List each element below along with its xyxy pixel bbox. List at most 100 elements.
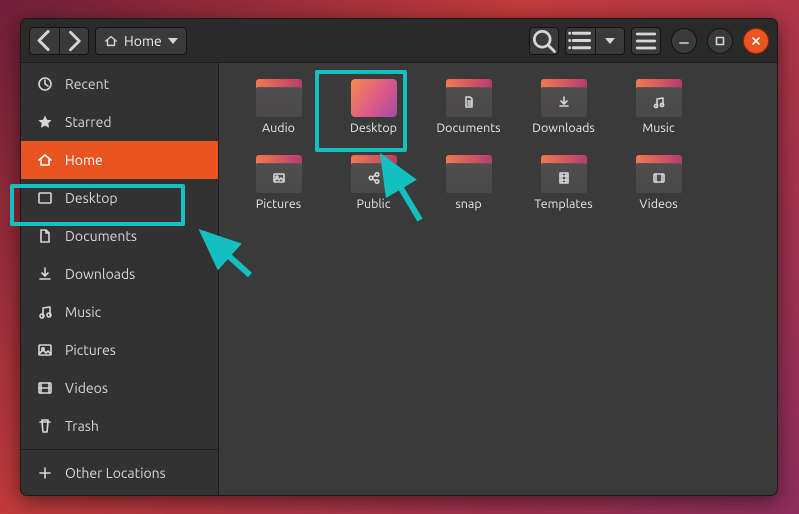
folder-music[interactable]: Music — [611, 75, 706, 151]
doc-glyph-icon — [461, 94, 477, 110]
folder-downloads[interactable]: Downloads — [516, 75, 611, 151]
chevron-left-icon — [30, 26, 59, 55]
body: Recent Starred Home Desktop Documents Do… — [21, 63, 777, 495]
folder-icon — [636, 155, 682, 193]
view-options-button[interactable] — [595, 27, 625, 55]
folder-videos[interactable]: Videos — [611, 151, 706, 227]
view-group — [565, 27, 625, 55]
sidebar-item-documents[interactable]: Documents — [21, 217, 218, 255]
documents-icon — [37, 228, 53, 244]
list-view-button[interactable] — [565, 27, 595, 55]
forward-button[interactable] — [59, 27, 89, 55]
template-glyph-icon — [556, 170, 572, 186]
caret-down-icon — [168, 38, 178, 44]
folder-documents[interactable]: Documents — [421, 75, 516, 151]
folder-icon — [636, 79, 682, 117]
toolbar: Home — [21, 19, 777, 63]
minimize-button[interactable] — [671, 28, 697, 54]
list-icon — [566, 26, 595, 55]
content-grid: Audio Desktop Documents Downloads — [219, 63, 777, 495]
sidebar-item-recent[interactable]: Recent — [21, 65, 218, 103]
folder-label: Downloads — [532, 121, 595, 135]
sidebar-item-label: Pictures — [65, 342, 116, 358]
sidebar-item-label: Recent — [65, 76, 109, 92]
chevron-right-icon — [60, 27, 88, 55]
sidebar-item-label: Trash — [65, 418, 99, 434]
music-icon — [37, 304, 53, 320]
caret-down-icon — [605, 38, 615, 44]
folder-label: Desktop — [350, 121, 397, 135]
sidebar-item-label: Music — [65, 304, 101, 320]
hamburger-button[interactable] — [631, 27, 661, 55]
folder-label: Templates — [534, 197, 592, 211]
videos-icon — [37, 380, 53, 396]
sidebar-item-label: Starred — [65, 114, 112, 130]
plus-icon — [37, 465, 53, 481]
folder-label: Videos — [639, 197, 677, 211]
sidebar-item-music[interactable]: Music — [21, 293, 218, 331]
sidebar-item-label: Downloads — [65, 266, 135, 282]
search-button[interactable] — [529, 27, 559, 55]
desktop-thumb-icon — [351, 79, 397, 117]
folder-label: Music — [642, 121, 674, 135]
sidebar-item-pictures[interactable]: Pictures — [21, 331, 218, 369]
nav-group — [29, 27, 89, 55]
sidebar-item-label: Other Locations — [65, 465, 166, 481]
folder-label: Pictures — [256, 197, 301, 211]
download-glyph-icon — [556, 94, 572, 110]
maximize-icon — [714, 35, 726, 47]
folder-public[interactable]: Public — [326, 151, 421, 227]
folder-audio[interactable]: Audio — [231, 75, 326, 151]
sidebar-item-label: Desktop — [65, 190, 118, 206]
folder-icon — [256, 155, 302, 193]
close-button[interactable] — [743, 28, 769, 54]
folder-pictures[interactable]: Pictures — [231, 151, 326, 227]
desktop-side-icon — [37, 190, 53, 206]
folder-label: Public — [356, 197, 390, 211]
folder-label: Documents — [436, 121, 500, 135]
close-icon — [750, 35, 762, 47]
sidebar-item-label: Documents — [65, 228, 137, 244]
trash-icon — [37, 418, 53, 434]
sidebar-item-downloads[interactable]: Downloads — [21, 255, 218, 293]
file-manager-window: Home — [20, 18, 778, 496]
folder-desktop[interactable]: Desktop — [326, 75, 421, 151]
folder-icon — [541, 79, 587, 117]
folder-icon — [351, 155, 397, 193]
pictures-icon — [37, 342, 53, 358]
location-bar[interactable]: Home — [95, 27, 187, 55]
clock-icon — [37, 76, 53, 92]
folder-snap[interactable]: snap — [421, 151, 516, 227]
sidebar-item-label: Home — [65, 152, 103, 168]
sidebar-item-starred[interactable]: Starred — [21, 103, 218, 141]
sidebar-item-other-locations[interactable]: Other Locations — [21, 454, 218, 492]
star-icon — [37, 114, 53, 130]
minimize-icon — [678, 35, 690, 47]
sidebar-item-desktop[interactable]: Desktop — [21, 179, 218, 217]
folder-icon — [541, 155, 587, 193]
share-glyph-icon — [366, 170, 382, 186]
sidebar-item-label: Videos — [65, 380, 108, 396]
folder-icon — [446, 155, 492, 193]
music-glyph-icon — [651, 94, 667, 110]
downloads-icon — [37, 266, 53, 282]
home-icon — [104, 34, 118, 48]
hamburger-icon — [632, 27, 660, 55]
sidebar-item-home[interactable]: Home — [21, 141, 218, 179]
back-button[interactable] — [29, 27, 59, 55]
folder-label: Audio — [262, 121, 295, 135]
home-icon — [37, 152, 53, 168]
sidebar: Recent Starred Home Desktop Documents Do… — [21, 63, 219, 495]
folder-icon — [256, 79, 302, 117]
sidebar-item-trash[interactable]: Trash — [21, 407, 218, 445]
sidebar-separator — [21, 449, 218, 450]
location-label: Home — [124, 33, 162, 49]
folder-templates[interactable]: Templates — [516, 151, 611, 227]
sidebar-item-videos[interactable]: Videos — [21, 369, 218, 407]
folder-icon — [446, 79, 492, 117]
folder-label: snap — [455, 197, 481, 211]
video-glyph-icon — [651, 170, 667, 186]
maximize-button[interactable] — [707, 28, 733, 54]
picture-glyph-icon — [271, 170, 287, 186]
search-icon — [530, 27, 558, 55]
